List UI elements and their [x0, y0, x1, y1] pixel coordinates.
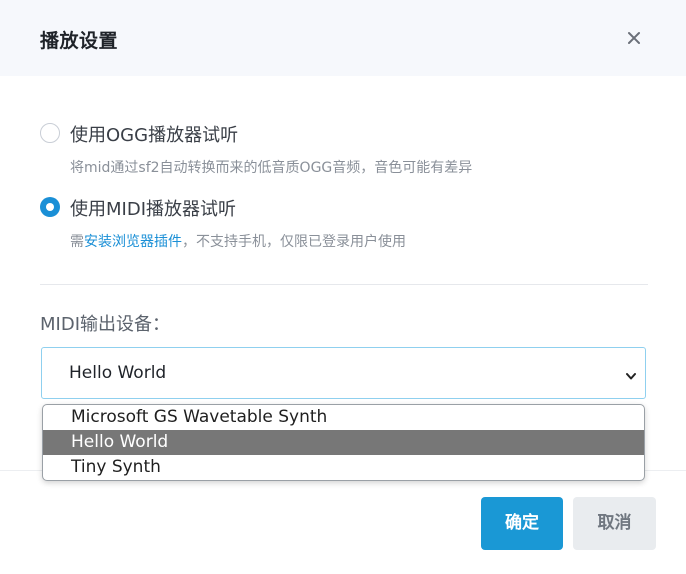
- dropdown-option-tiny-synth[interactable]: Tiny Synth: [43, 455, 644, 480]
- option-midi-desc-suffix: ，不支持手机，仅限已登录用户使用: [182, 234, 406, 250]
- midi-device-dropdown: Microsoft GS Wavetable Synth Hello World…: [42, 404, 645, 481]
- cancel-button[interactable]: 取消: [573, 497, 656, 550]
- midi-device-select[interactable]: Hello World: [41, 347, 646, 399]
- playback-settings-dialog: 播放设置 使用OGG播放器试听 将mid通过sf2自动转换而来的低音质OGG音频…: [0, 0, 686, 574]
- option-ogg-label[interactable]: 使用OGG播放器试听: [70, 121, 238, 147]
- dropdown-option-microsoft-gs[interactable]: Microsoft GS Wavetable Synth: [43, 405, 644, 430]
- option-ogg-desc: 将mid通过sf2自动转换而来的低音质OGG音频，音色可能有差异: [70, 160, 473, 176]
- option-midi-desc-prefix: 需: [70, 234, 84, 250]
- option-midi-label[interactable]: 使用MIDI播放器试听: [70, 195, 236, 221]
- section-divider: [40, 284, 648, 285]
- dropdown-option-hello-world[interactable]: Hello World: [43, 430, 644, 455]
- midi-device-label: MIDI输出设备：: [40, 314, 171, 335]
- install-plugin-link[interactable]: 安装浏览器插件: [84, 234, 182, 250]
- midi-device-selected-value: Hello World: [69, 363, 167, 383]
- close-icon[interactable]: [624, 28, 644, 48]
- confirm-button[interactable]: 确定: [481, 497, 563, 550]
- chevron-down-icon: [625, 367, 637, 380]
- dialog-header: 播放设置: [0, 0, 686, 76]
- option-midi-desc: 需安装浏览器插件，不支持手机，仅限已登录用户使用: [70, 231, 406, 251]
- radio-ogg[interactable]: [40, 123, 60, 143]
- radio-midi[interactable]: [40, 197, 60, 217]
- dialog-title: 播放设置: [40, 30, 119, 52]
